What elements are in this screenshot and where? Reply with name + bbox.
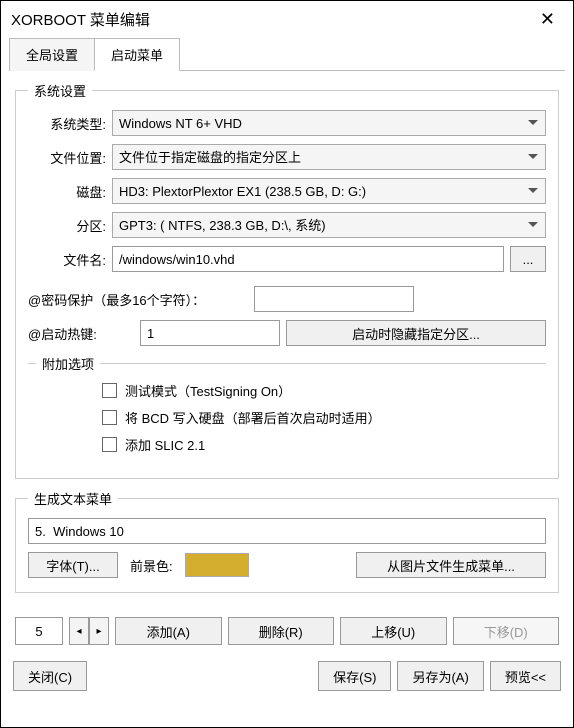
gen-from-image-button[interactable]: 从图片文件生成菜单... bbox=[356, 552, 546, 578]
save-button[interactable]: 保存(S) bbox=[318, 661, 391, 691]
system-type-label: 系统类型: bbox=[28, 114, 106, 133]
file-loc-label: 文件位置: bbox=[28, 148, 106, 167]
disk-label: 磁盘: bbox=[28, 182, 106, 201]
hotkey-label: @启动热键: bbox=[28, 324, 134, 343]
saveas-button[interactable]: 另存为(A) bbox=[397, 661, 483, 691]
titlebar: XORBOOT 菜单编辑 ✕ bbox=[1, 1, 573, 37]
preview-button[interactable]: 预览<< bbox=[490, 661, 561, 691]
checkbox-testsigning-label: 测试模式（TestSigning On） bbox=[125, 381, 291, 400]
close-button[interactable]: 关闭(C) bbox=[13, 661, 87, 691]
browse-button[interactable]: ... bbox=[510, 246, 546, 272]
system-legend: 系统设置 bbox=[28, 81, 92, 100]
file-loc-select[interactable]: 文件位于指定磁盘的指定分区上 bbox=[112, 144, 546, 170]
close-icon[interactable]: ✕ bbox=[532, 5, 563, 34]
font-button[interactable]: 字体(T)... bbox=[28, 552, 118, 578]
menu-name-input[interactable] bbox=[28, 518, 546, 544]
window-title: XORBOOT 菜单编辑 bbox=[11, 9, 150, 30]
tab-bar: 全局设置 启动菜单 bbox=[9, 37, 565, 71]
add-button[interactable]: 添加(A) bbox=[115, 617, 222, 645]
checkbox-bcd[interactable] bbox=[102, 410, 117, 425]
file-label: 文件名: bbox=[28, 250, 106, 269]
checkbox-slic-label: 添加 SLIC 2.1 bbox=[125, 435, 205, 454]
attach-legend: 附加选项 bbox=[36, 354, 100, 373]
index-box[interactable]: 5 bbox=[15, 617, 63, 645]
arrow-right-icon[interactable]: ▸ bbox=[89, 617, 109, 645]
fg-label: 前景色: bbox=[126, 556, 177, 575]
password-label: @密码保护（最多16个字符）： bbox=[28, 290, 248, 309]
checkbox-bcd-label: 将 BCD 写入硬盘（部署后首次启动时适用） bbox=[125, 408, 381, 427]
textmenu-fieldset: 生成文本菜单 字体(T)... 前景色: 从图片文件生成菜单... bbox=[15, 489, 559, 593]
textmenu-legend: 生成文本菜单 bbox=[28, 489, 118, 508]
hotkey-input[interactable] bbox=[140, 320, 280, 346]
content: 系统设置 系统类型: Windows NT 6+ VHD 文件位置: 文件位于指… bbox=[1, 71, 573, 613]
hide-partition-button[interactable]: 启动时隐藏指定分区... bbox=[286, 320, 546, 346]
checkbox-slic[interactable] bbox=[102, 437, 117, 452]
system-type-select[interactable]: Windows NT 6+ VHD bbox=[112, 110, 546, 136]
delete-button[interactable]: 删除(R) bbox=[228, 617, 335, 645]
partition-select[interactable]: GPT3: ( NTFS, 238.3 GB, D:\, 系统) bbox=[112, 212, 546, 238]
tab-global[interactable]: 全局设置 bbox=[9, 38, 95, 71]
filename-input[interactable] bbox=[112, 246, 504, 272]
fg-color-swatch[interactable] bbox=[185, 553, 249, 577]
checkbox-testsigning[interactable] bbox=[102, 383, 117, 398]
move-down-button[interactable]: 下移(D) bbox=[453, 617, 560, 645]
item-nav-row: 5 ◂ ▸ 添加(A) 删除(R) 上移(U) 下移(D) bbox=[15, 617, 559, 645]
move-up-button[interactable]: 上移(U) bbox=[340, 617, 447, 645]
partition-label: 分区: bbox=[28, 216, 106, 235]
disk-select[interactable]: HD3: PlextorPlextor EX1 (238.5 GB, D: G:… bbox=[112, 178, 546, 204]
system-fieldset: 系统设置 系统类型: Windows NT 6+ VHD 文件位置: 文件位于指… bbox=[15, 81, 559, 479]
footer: 关闭(C) 保存(S) 另存为(A) 预览<< bbox=[1, 653, 573, 699]
password-input[interactable] bbox=[254, 286, 414, 312]
tab-boot[interactable]: 启动菜单 bbox=[94, 38, 180, 71]
arrow-left-icon[interactable]: ◂ bbox=[69, 617, 89, 645]
